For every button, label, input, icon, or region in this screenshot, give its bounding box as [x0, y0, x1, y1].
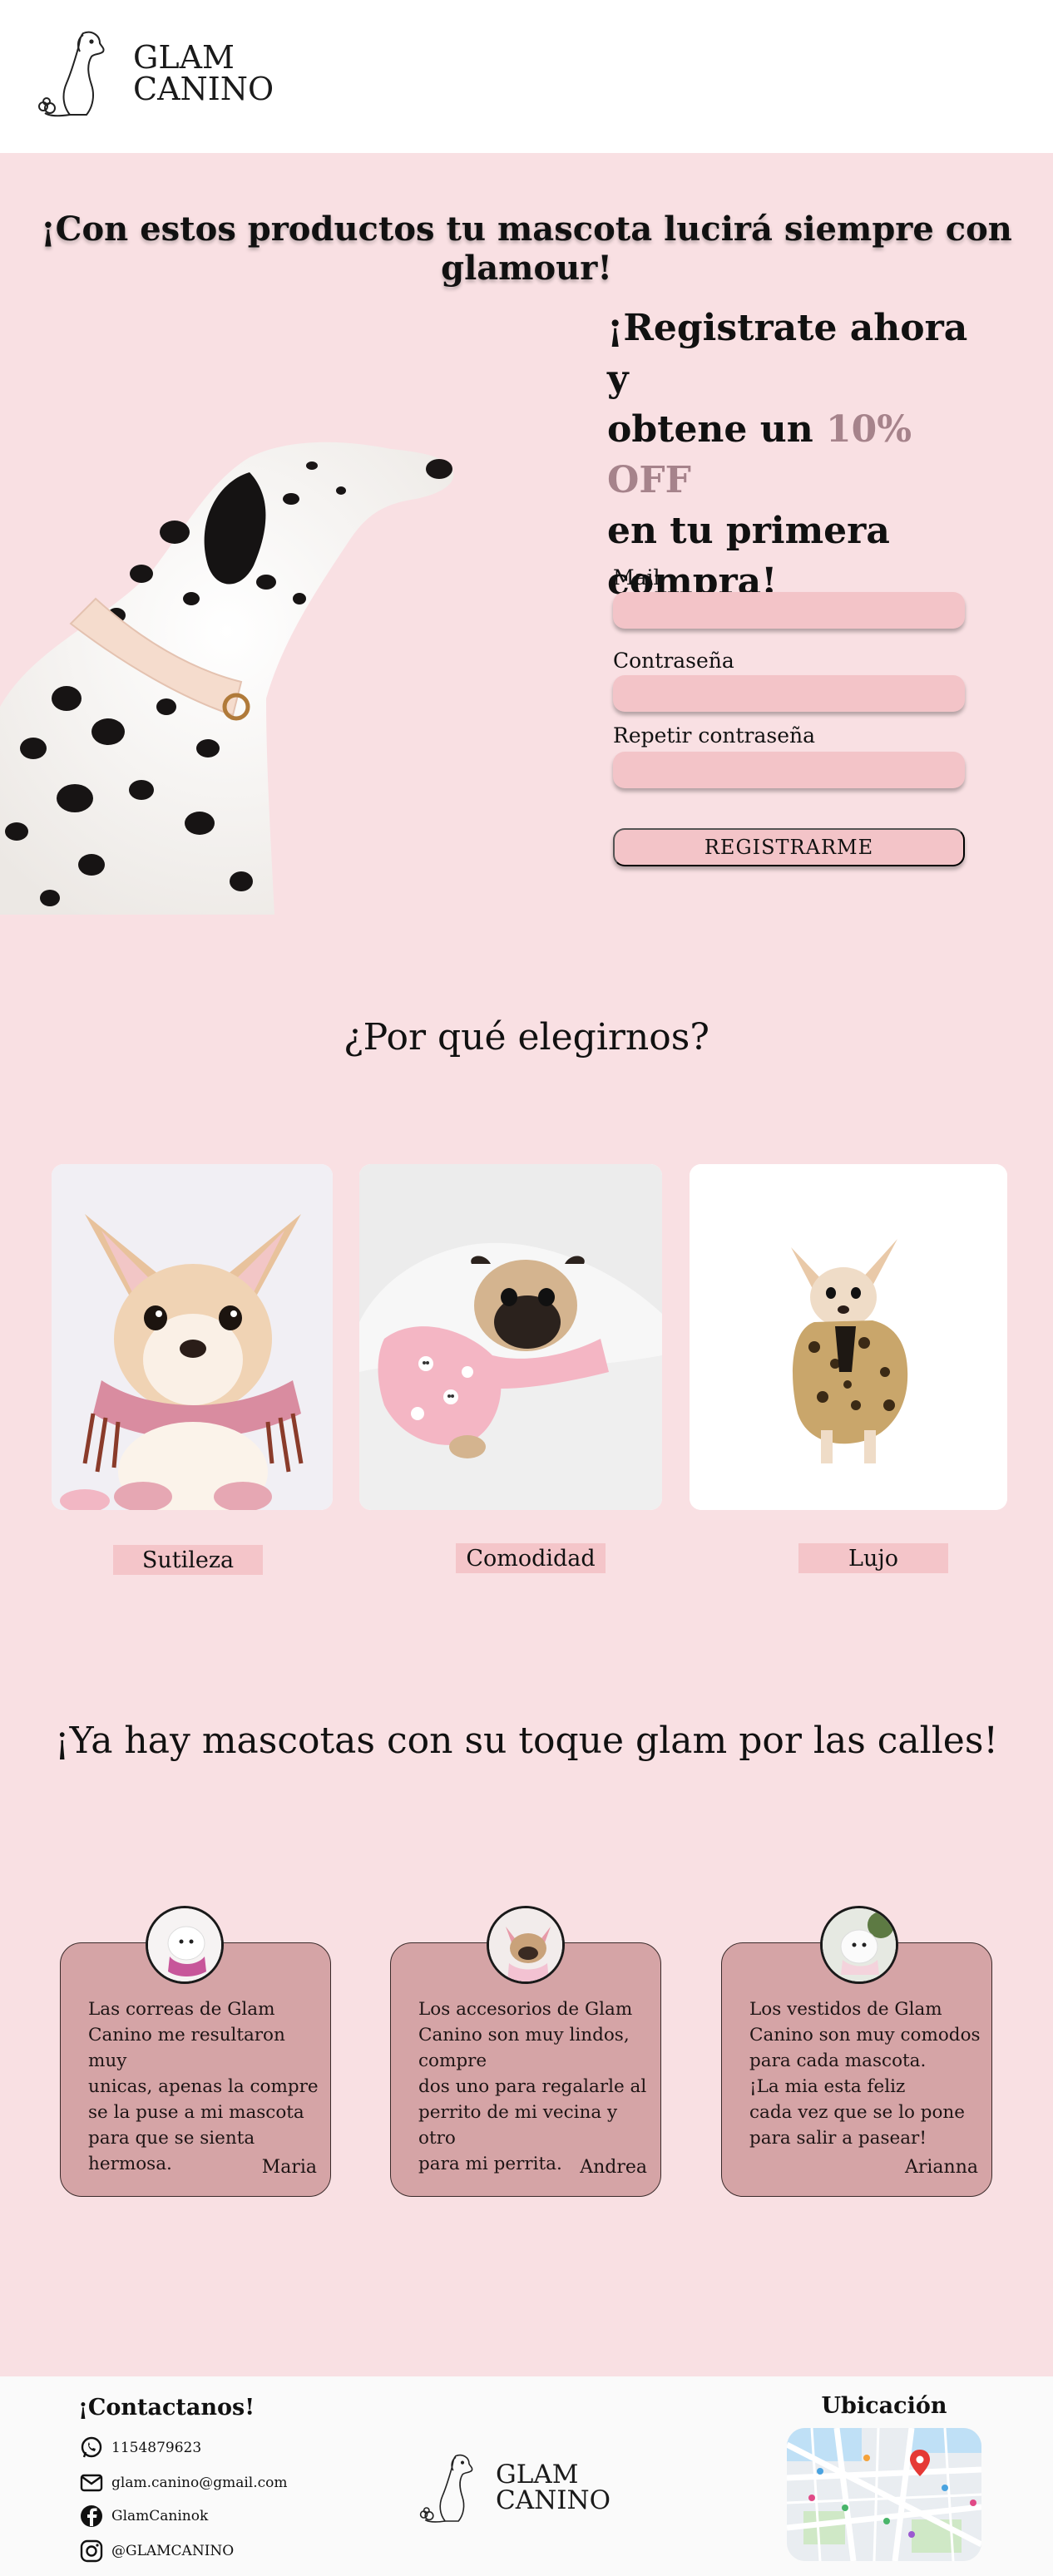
footer-logo-line-1: GLAM — [496, 2460, 579, 2490]
logo-line-2: CANINO — [133, 71, 274, 107]
contact-title: ¡Contactanos! — [78, 2395, 255, 2421]
logo-wordmark: GLAM CANINO — [133, 42, 274, 105]
location-map[interactable] — [787, 2428, 981, 2561]
phone-number: 1154879623 — [111, 2440, 202, 2456]
why-title: ¿Por qué elegirnos? — [344, 1016, 709, 1059]
dog-logo-icon — [419, 2454, 473, 2523]
email-link[interactable]: glam.canino@gmail.com — [78, 2470, 288, 2496]
testimonial-text: Las correas de Glam Canino me resultaron… — [88, 1999, 319, 2174]
whatsapp-icon — [78, 2435, 105, 2461]
mail-input[interactable] — [613, 592, 965, 629]
chihuahua-coat-photo — [690, 1164, 1007, 1510]
testimonial-author: Andrea — [580, 2157, 647, 2178]
repeat-password-label: Repetir contraseña — [613, 723, 816, 748]
feature-image-sutileza — [52, 1164, 333, 1510]
testimonial-author: Arianna — [904, 2157, 978, 2178]
footer-logo-wordmark: GLAM CANINO — [496, 2462, 611, 2514]
mail-icon — [78, 2470, 105, 2496]
logo-line-1: GLAM — [133, 39, 235, 76]
testimonial-author: Maria — [261, 2157, 317, 2178]
promo-line-2: obtene un 10% OFF — [607, 404, 990, 506]
location-title: Ubicación — [821, 2393, 947, 2419]
avatar — [146, 1906, 224, 1984]
password-label: Contraseña — [613, 649, 734, 673]
instagram-handle: @GLAMCANINO — [111, 2543, 235, 2559]
facebook-icon — [78, 2503, 105, 2529]
feature-label-sutileza: Sutileza — [113, 1545, 263, 1575]
instagram-icon — [78, 2538, 105, 2564]
feature-label-comodidad: Comodidad — [456, 1543, 606, 1573]
promo-line-2-prefix: obtene un — [607, 408, 827, 451]
promo-line-3: en tu primera — [607, 510, 890, 552]
instagram-link[interactable]: @GLAMCANINO — [78, 2538, 234, 2564]
mail-label: Mail — [613, 565, 660, 590]
chihuahua-scarf-photo — [52, 1164, 333, 1510]
facebook-link[interactable]: GlamCaninok — [78, 2503, 208, 2529]
pug-pajamas-photo — [359, 1164, 662, 1510]
signup-promo: ¡Registrate ahora y obtene un 10% OFF en… — [607, 303, 990, 607]
testimonial-text: Los vestidos de Glam Canino son muy como… — [749, 1999, 981, 2149]
password-input[interactable] — [613, 675, 965, 712]
feature-image-comodidad — [359, 1164, 662, 1510]
avatar — [820, 1906, 898, 1984]
footer-logo-line-2: CANINO — [496, 2485, 611, 2515]
repeat-password-input[interactable] — [613, 752, 965, 788]
footer-logo[interactable]: GLAM CANINO — [416, 2446, 615, 2529]
email-address: glam.canino@gmail.com — [111, 2475, 288, 2491]
hero-tagline: ¡Con estos productos tu mascota lucirá s… — [41, 210, 1012, 288]
promo-line-1: ¡Registrate ahora y — [607, 307, 968, 400]
dog-logo-icon — [38, 31, 105, 117]
feature-label-lujo: Lujo — [798, 1543, 948, 1573]
dalmatian-photo — [0, 442, 454, 915]
phone-link[interactable]: 1154879623 — [78, 2435, 201, 2461]
facebook-handle: GlamCaninok — [111, 2508, 209, 2524]
site-header: GLAM CANINO — [0, 0, 1053, 153]
testimonial-text: Los accesorios de Glam Canino son muy li… — [418, 1999, 647, 2174]
testimonials-title: ¡Ya hay mascotas con su toque glam por l… — [54, 1720, 999, 1762]
register-button[interactable]: REGISTRARME — [613, 828, 965, 866]
site-logo[interactable]: GLAM CANINO — [33, 23, 274, 123]
avatar — [487, 1906, 565, 1984]
feature-image-lujo — [690, 1164, 1007, 1510]
